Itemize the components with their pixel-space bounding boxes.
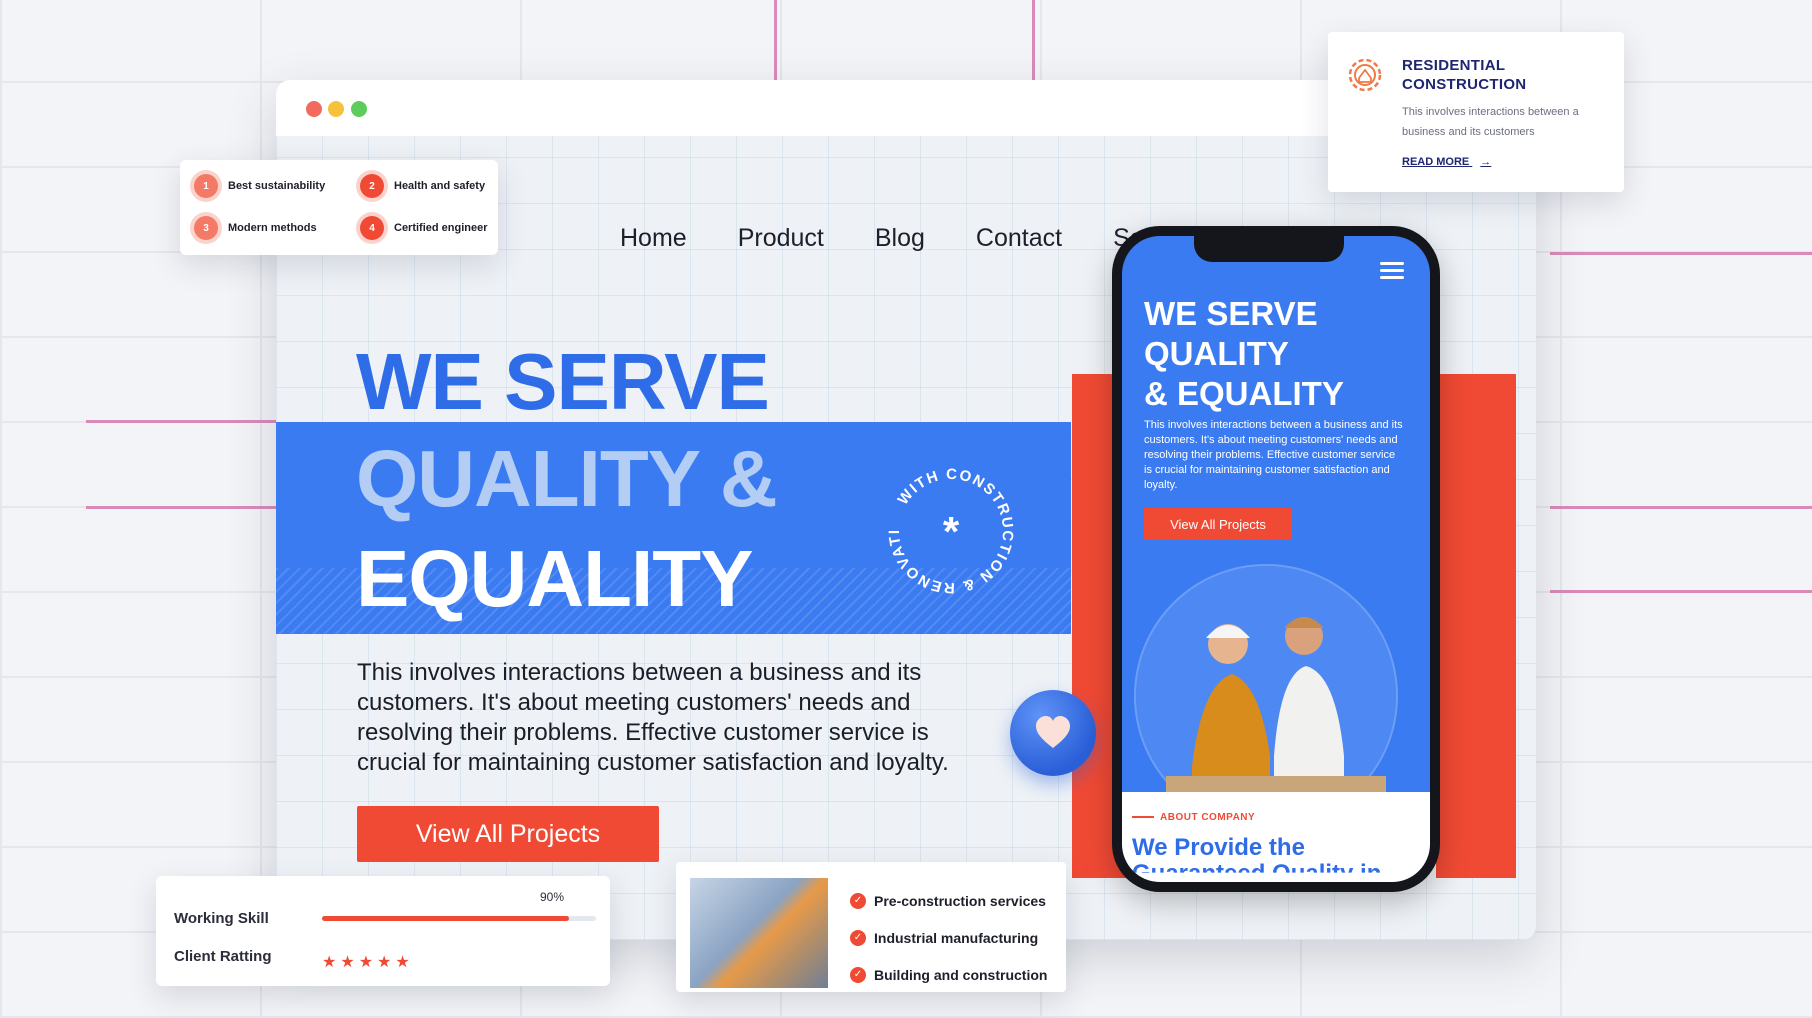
phone-title-line-2: QUALITY [1144,335,1289,372]
workers-illustration [1166,617,1386,830]
menu-icon[interactable] [1380,262,1404,283]
service-label: Pre-construction services [874,892,1046,909]
close-window-icon[interactable] [306,101,322,117]
read-more-link[interactable]: READ MORE → [1402,156,1491,168]
feature-number: 2 [360,174,384,198]
service-item: ✓ Building and construction [850,956,1047,993]
phone-title-line-1: WE SERVE [1144,295,1318,332]
hero-title-line-2: QUALITY & [356,434,778,523]
feature-label: Best sustainability [228,180,326,192]
decor-line [1550,590,1812,593]
asterisk-icon: * [943,508,960,555]
nav-link-blog[interactable]: Blog [875,224,925,253]
phone-title-line-3: & EQUALITY [1144,375,1344,412]
working-skill-bar [322,916,596,921]
feature-item: 2 Health and safety [360,174,485,198]
nav-link-product[interactable]: Product [738,224,824,253]
minimize-window-icon[interactable] [328,101,344,117]
residential-title: RESIDENTIAL CONSTRUCTION [1402,56,1526,94]
features-card: 1 Best sustainability 2 Health and safet… [180,160,498,255]
feature-number: 4 [360,216,384,240]
feature-number: 1 [194,174,218,198]
decor-line [1032,0,1035,80]
services-card: ✓ Pre-construction services ✓ Industrial… [676,862,1066,992]
feature-label: Modern methods [228,222,317,234]
about-heading-line-1: We Provide the [1132,834,1305,861]
star-icon: ★ [377,954,396,971]
phone-mockup: WE SERVE QUALITY & EQUALITY This involve… [1112,226,1440,892]
service-item: ✓ Pre-construction services [850,882,1047,919]
phone-notch [1194,236,1344,262]
star-icon: ★ [322,954,341,971]
view-all-projects-button[interactable]: View All Projects [357,806,659,862]
workers-photo [1134,564,1398,830]
hero-title-line-1: WE SERVE [356,337,770,426]
read-more-label: READ MORE [1402,156,1470,168]
arrow-right-icon: → [1480,156,1492,168]
hero-description: This involves interactions between a bus… [357,659,949,776]
like-button[interactable] [1010,690,1096,776]
feature-item: 4 Certified engineer [360,216,488,240]
about-label: ABOUT COMPANY [1132,812,1255,823]
red-accent-right [1436,374,1516,878]
residential-description: This involves interactions between a bus… [1402,106,1579,138]
heart-icon [1036,716,1070,748]
rotating-badge: WITH CONSTRUCTION & RENOVATION * [876,456,1015,596]
star-icon: ★ [358,954,378,971]
decor-line [774,0,777,80]
gear-house-icon [1348,58,1382,92]
residential-title-line-2: CONSTRUCTION [1402,76,1527,93]
feature-item: 3 Modern methods [194,216,317,240]
check-icon: ✓ [850,929,866,946]
phone-hero-title: WE SERVE QUALITY & EQUALITY [1144,294,1414,414]
check-icon: ✓ [850,892,866,909]
star-icon: ★ [340,954,359,971]
phone-hero-description: This involves interactions between a bus… [1144,419,1403,491]
hero-title-line-3: EQUALITY [356,534,753,623]
decor-line [86,420,276,423]
feature-label: Health and safety [394,180,486,192]
working-skill-percent: 90% [540,890,565,904]
decor-line [1550,506,1812,509]
client-rating-label: Client Ratting [174,948,272,965]
feature-label: Certified engineer [394,222,488,234]
star-icon: ★ [395,954,414,971]
residential-title-line-1: RESIDENTIAL [1402,57,1506,74]
nav-link-home[interactable]: Home [620,224,687,253]
feature-item: 1 Best sustainability [194,174,325,198]
phone-view-projects-button[interactable]: View All Projects [1144,508,1292,540]
service-label: Building and construction [874,966,1048,983]
decor-line [86,506,276,509]
maximize-window-icon[interactable] [351,101,367,117]
about-section: ABOUT COMPANY We Provide the Guaranteed … [1122,792,1430,882]
service-label: Industrial manufacturing [874,929,1039,946]
residential-card: RESIDENTIAL CONSTRUCTION This involves i… [1328,32,1624,192]
rating-stars: ★★★★★ [322,952,414,972]
service-item: ✓ Industrial manufacturing [850,919,1047,956]
working-skill-fill [322,916,569,921]
nav-link-contact[interactable]: Contact [976,224,1062,253]
working-skill-label: Working Skill [174,910,269,927]
check-icon: ✓ [850,966,866,983]
services-list: ✓ Pre-construction services ✓ Industrial… [850,882,1047,993]
decor-line [1550,252,1812,255]
skills-card: 90% Working Skill Client Ratting ★★★★★ [156,876,610,986]
feature-number: 3 [194,216,218,240]
engineers-photo [690,878,828,988]
about-heading-line-2: Guaranteed Quality in [1132,860,1382,882]
phone-screen: WE SERVE QUALITY & EQUALITY This involve… [1122,236,1430,882]
